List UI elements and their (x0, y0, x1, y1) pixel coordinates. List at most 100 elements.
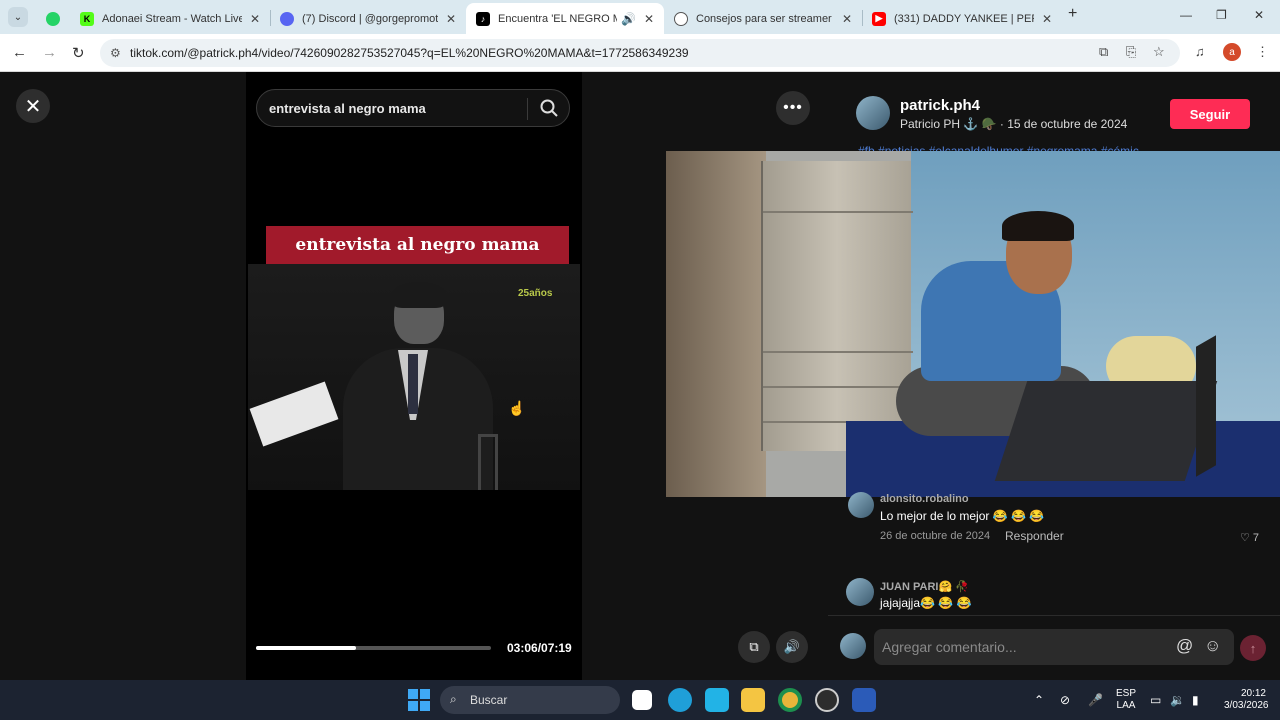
search-icon: ⌕ (450, 692, 457, 706)
tab-chatgpt[interactable]: Consejos para ser streamer ✕ (664, 3, 862, 34)
tab-kick[interactable]: K Adonaei Stream - Watch Live o ✕ (70, 3, 270, 34)
address-bar: ← → ↻ ⚙ tiktok.com/@patrick.ph4/video/74… (0, 34, 1280, 72)
display-icon[interactable]: ▭ (1150, 693, 1161, 707)
store-icon[interactable] (705, 688, 729, 712)
lang-code: ESP (1116, 688, 1137, 699)
media-control-icon[interactable]: ♫ (1195, 44, 1205, 59)
comment-date: 26 de octubre de 2024 (880, 530, 991, 542)
file-explorer-icon[interactable] (741, 688, 765, 712)
video-progress-bar[interactable] (256, 646, 491, 650)
comment-text: jajajajja😂 😂 😂 (880, 596, 972, 610)
microphone-icon[interactable]: 🎤 (1088, 693, 1103, 707)
author-avatar[interactable] (856, 96, 890, 130)
video-frame: 25años (248, 264, 580, 490)
task-view-icon[interactable] (632, 690, 652, 710)
url-input[interactable]: ⚙ tiktok.com/@patrick.ph4/video/74260902… (100, 39, 1180, 67)
edge-icon[interactable] (668, 688, 692, 712)
browser-tab-bar: ⌄ K Adonaei Stream - Watch Live o ✕ (7) … (0, 0, 1280, 34)
paper-shape (249, 381, 339, 447)
laptop-shape (994, 381, 1218, 481)
streamer-hair (1002, 211, 1074, 241)
bookmark-star-icon[interactable]: ☆ (1153, 44, 1165, 60)
maximize-button[interactable]: ❐ (1216, 8, 1227, 22)
close-window-button[interactable]: ✕ (1254, 8, 1264, 22)
reload-button[interactable]: ↻ (72, 44, 85, 62)
video-time: 03:06/07:19 (507, 641, 572, 655)
hair-shape (392, 282, 446, 308)
lang-layout: LAA (1116, 700, 1136, 711)
input-language[interactable]: ESP LAA (1116, 688, 1136, 712)
floating-player-button[interactable]: ⧉ (738, 631, 770, 663)
taskbar-search[interactable]: ⌕ Buscar (440, 686, 620, 714)
channel-logo: 25años (518, 288, 553, 299)
close-icon[interactable]: ✕ (1042, 12, 1052, 26)
send-comment-button[interactable]: ↑ (1240, 635, 1266, 661)
curtain-shape (666, 151, 766, 497)
close-icon[interactable]: ✕ (644, 12, 654, 26)
comment-avatar[interactable] (846, 578, 874, 606)
tab-label: Encuentra 'EL NEGRO MAM (498, 12, 617, 25)
tab-label: Adonaei Stream - Watch Live o (102, 12, 242, 25)
network-off-icon[interactable]: ⊘ (1060, 693, 1070, 707)
comment-avatar[interactable] (848, 492, 874, 518)
tab-label: (331) DADDY YANKEE | PERROS (894, 12, 1034, 25)
volume-button[interactable]: 🔊 (776, 631, 808, 663)
search-icon[interactable] (539, 98, 559, 118)
close-video-button[interactable]: ✕ (16, 89, 50, 123)
minimize-button[interactable]: — (1180, 8, 1192, 22)
search-query: entrevista al negro mama (269, 101, 426, 116)
forward-button[interactable]: → (42, 44, 57, 61)
author-subtitle: Patricio PH ⚓ 🪖 · 15 de octubre de 2024 (900, 117, 1128, 131)
tiktok-page: ✕ entrevista al negro mama entrevista al… (0, 72, 1280, 680)
close-icon[interactable]: ✕ (842, 12, 852, 26)
my-avatar (840, 633, 866, 659)
profile-avatar[interactable]: a (1223, 43, 1241, 61)
author-username[interactable]: patrick.ph4 (900, 97, 980, 114)
speaker-icon[interactable]: 🔉 (1170, 693, 1185, 707)
webcam-overlay (666, 151, 1280, 497)
tray-chevron-icon[interactable]: ⌃ (1034, 693, 1044, 707)
tab-label: Consejos para ser streamer (696, 12, 832, 25)
clock-date: 3/03/2026 (1224, 700, 1269, 711)
close-icon[interactable]: ✕ (250, 12, 260, 26)
mention-icon[interactable]: @ (1176, 636, 1193, 656)
comment-divider (828, 615, 1280, 616)
tab-discord[interactable]: (7) Discord | @gorgepromoter ✕ (270, 3, 466, 34)
menu-kebab-icon[interactable]: ⋮ (1256, 44, 1269, 60)
chrome-icon[interactable] (778, 688, 802, 712)
chatgpt-app-icon[interactable] (815, 688, 839, 712)
search-input[interactable]: entrevista al negro mama (256, 89, 570, 127)
close-icon[interactable]: ✕ (446, 12, 456, 26)
tiktok-icon: ♪ (476, 11, 490, 26)
whatsapp-pinned-tab[interactable] (36, 3, 66, 34)
taskbar-search-label: Buscar (470, 693, 508, 707)
comment-username[interactable]: alonsito.robalino (880, 493, 969, 505)
wardrobe-line (763, 386, 913, 388)
more-options-button[interactable]: ••• (776, 91, 810, 125)
word-icon[interactable] (852, 688, 876, 712)
translate-icon[interactable]: ⧉ (1099, 44, 1108, 60)
site-info-icon[interactable]: ⚙ (110, 46, 121, 60)
comment-like-button[interactable]: ♡ 7 (1240, 531, 1259, 544)
new-tab-button[interactable]: + (1068, 5, 1077, 23)
tab-search-button[interactable]: ⌄ (8, 7, 28, 27)
system-clock[interactable]: 20:12 3/03/2026 (1224, 688, 1269, 712)
comment-username[interactable]: JUAN PARI🤗 🥀 (880, 580, 969, 593)
speaker-icon[interactable]: 🔊 (621, 12, 636, 26)
openai-icon (674, 11, 688, 26)
tab-tiktok[interactable]: ♪ Encuentra 'EL NEGRO MAM 🔊 ✕ (466, 3, 664, 34)
kick-icon: K (80, 11, 94, 26)
chair-shape (478, 434, 498, 490)
battery-icon[interactable]: ▮ (1192, 693, 1199, 707)
install-app-icon[interactable]: ⎘ (1126, 44, 1136, 60)
like-count: 7 (1252, 532, 1260, 544)
reply-button[interactable]: Responder (1005, 529, 1064, 543)
tab-youtube[interactable]: ▶ (331) DADDY YANKEE | PERROS ✕ (862, 3, 1062, 34)
comment-input[interactable]: Agregar comentario... @ ☺ (874, 629, 1234, 665)
start-button[interactable] (408, 689, 430, 711)
follow-button[interactable]: Seguir (1170, 99, 1250, 129)
search-divider (527, 98, 528, 120)
tab-label: (7) Discord | @gorgepromoter (302, 12, 438, 25)
emoji-icon[interactable]: ☺ (1204, 636, 1221, 656)
back-button[interactable]: ← (12, 44, 27, 61)
